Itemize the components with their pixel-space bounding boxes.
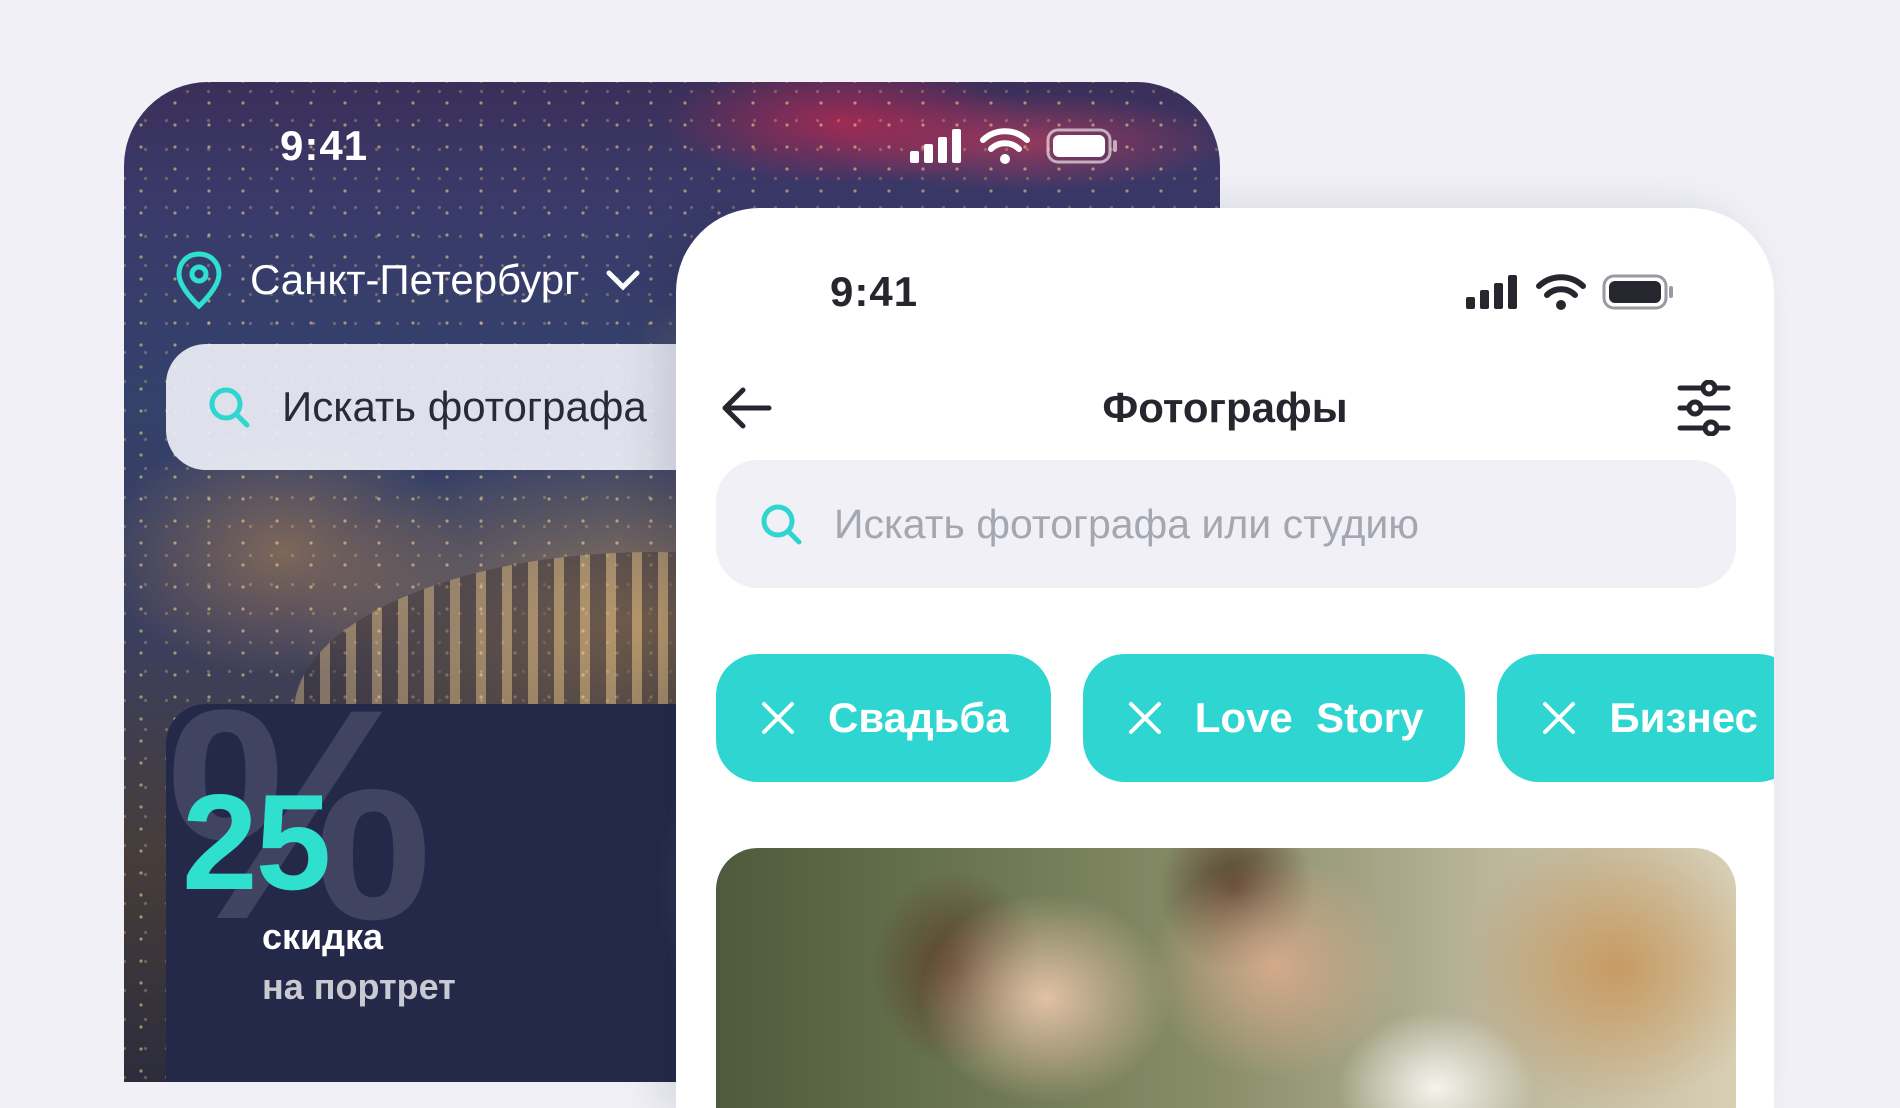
chip-business[interactable]: Бизнес: [1497, 654, 1774, 782]
location-selector[interactable]: Санкт-Петербург: [174, 250, 641, 310]
battery-icon: [1602, 274, 1673, 310]
status-time: 9:41: [280, 122, 369, 169]
filter-button[interactable]: [1674, 378, 1734, 438]
status-time: 9:41: [830, 268, 919, 315]
promo-label: скидка: [262, 916, 384, 957]
location-pin-icon: [176, 251, 222, 310]
close-icon[interactable]: [1127, 700, 1163, 736]
status-icons: [1466, 274, 1674, 310]
chip-label: Love Story: [1194, 694, 1424, 741]
back-button[interactable]: [716, 378, 776, 438]
wifi-icon: [980, 128, 1030, 164]
close-icon[interactable]: [1541, 700, 1577, 736]
back-search-placeholder: Искать фотографа: [282, 383, 647, 430]
arrow-left-icon: [722, 387, 772, 429]
front-phone-screen: 9:41 Фотографы Искать фотографа или студ…: [676, 208, 1774, 1108]
navigation-bar: Фотографы: [716, 368, 1734, 448]
chip-label: Свадьба: [828, 694, 1009, 741]
search-input[interactable]: [832, 499, 1736, 549]
battery-icon: [1046, 128, 1117, 164]
chip-label: Бизнес: [1609, 694, 1758, 741]
city-name: Санкт-Петербург: [250, 256, 580, 303]
filter-sliders-icon: [1677, 380, 1731, 436]
chevron-down-icon: [606, 270, 640, 291]
chip-wedding[interactable]: Свадьба: [716, 654, 1051, 782]
chip-love-story[interactable]: Love Story: [1082, 654, 1466, 782]
search-icon: [209, 387, 250, 428]
status-icons: [910, 128, 1118, 164]
search-field[interactable]: [716, 460, 1736, 588]
page-title: Фотографы: [1102, 384, 1348, 431]
promo-discount-number: 25: [182, 766, 331, 918]
filter-chips: Свадьба Love Story Бизнес: [716, 654, 1774, 782]
close-icon[interactable]: [760, 700, 796, 736]
signal-icon: [1466, 275, 1517, 309]
promo-sublabel: на портрет: [262, 966, 456, 1007]
status-bar: 9:41: [124, 122, 1220, 170]
photographer-photo-card[interactable]: [716, 848, 1736, 1108]
status-bar: 9:41: [676, 268, 1774, 316]
wifi-icon: [1536, 274, 1586, 310]
signal-icon: [910, 129, 961, 163]
search-icon: [761, 504, 802, 545]
